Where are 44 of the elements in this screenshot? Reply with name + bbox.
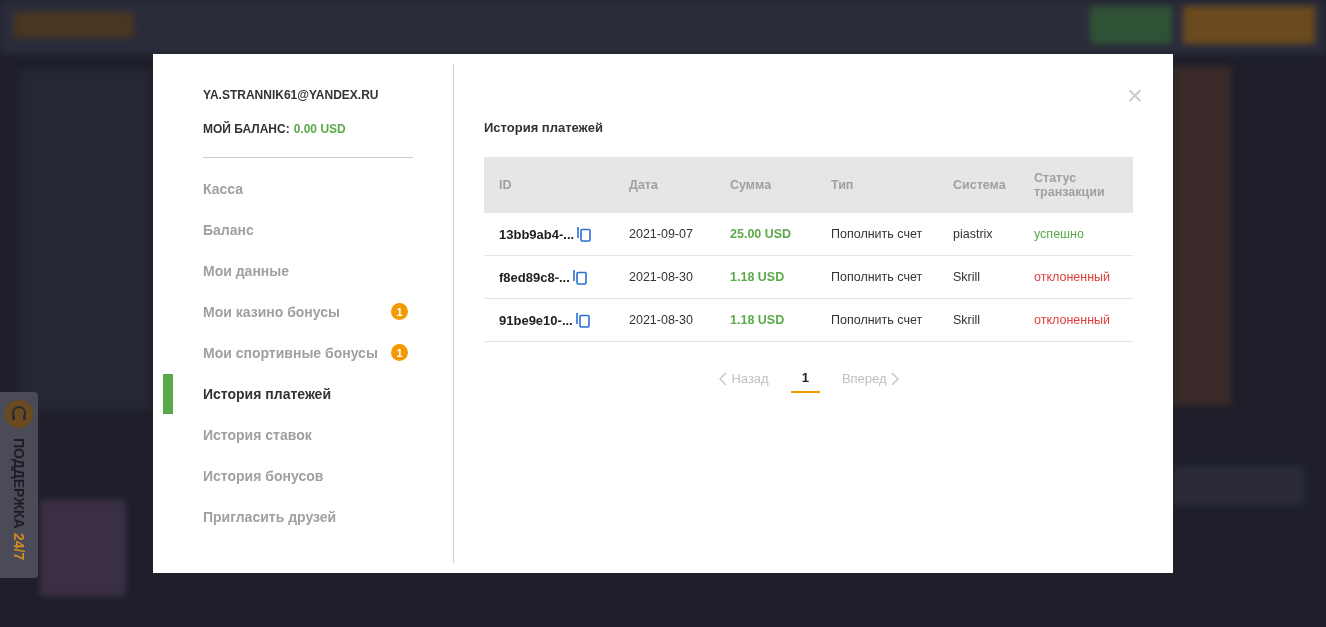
menu-item[interactable]: История платежей <box>203 385 408 402</box>
table-cell: 1.18 USD <box>730 270 785 284</box>
account-email: YA.STRANNIK61@YANDEX.RU <box>203 88 380 102</box>
page-tab[interactable]: 1 <box>790 364 820 393</box>
column-header: Система <box>953 178 1006 192</box>
menu-item[interactable]: Мои казино бонусы <box>203 303 391 320</box>
status-text: успешно <box>1034 227 1084 241</box>
table-cell: 13bb9ab4-... <box>499 226 575 242</box>
status-text: отклоненный <box>1034 270 1111 284</box>
table-cell: f8ed89c8-... <box>499 269 570 285</box>
table-cell: Skrill <box>953 270 981 284</box>
section-title: История платежей <box>484 120 604 135</box>
menu-item[interactable]: Мои данные <box>203 262 408 279</box>
table-cell: 2021-08-30 <box>629 313 693 327</box>
menu-item[interactable]: История бонусов <box>203 467 408 484</box>
table-cell: Пополнить счет <box>831 270 923 284</box>
close-button[interactable]: × <box>1126 82 1143 110</box>
menu-item[interactable]: История ставок <box>203 426 408 443</box>
balance-label: МОЙ БАЛАНС: <box>203 122 290 136</box>
table-cell: Пополнить счет <box>831 227 923 241</box>
balance-value: 0.00 USD <box>293 122 346 136</box>
next-link[interactable]: Вперед <box>841 371 899 386</box>
table-cell: 91be9e10-... <box>499 312 573 328</box>
table-cell: 1.18 USD <box>730 313 785 327</box>
menu-item[interactable]: Мои спортивные бонусы <box>203 344 391 361</box>
previous-link[interactable]: Назад <box>719 371 769 386</box>
column-header: Сумма <box>730 178 772 192</box>
column-header: ID <box>499 178 512 192</box>
table-cell: Пополнить счет <box>831 313 923 327</box>
column-header: Статус транзакции <box>1034 171 1105 199</box>
menu-item[interactable]: Баланс <box>203 221 408 238</box>
table-cell: 25.00 USD <box>730 227 792 241</box>
column-header: Дата <box>629 178 658 192</box>
count-badge: 1 <box>391 303 408 320</box>
menu-item[interactable]: Пригласить друзей <box>203 508 408 525</box>
status-text: отклоненный <box>1034 313 1111 327</box>
column-header: Тип <box>831 178 854 192</box>
support-hours: 24/7 <box>11 532 27 560</box>
table-cell: Skrill <box>953 313 981 327</box>
table-cell: 2021-08-30 <box>629 270 693 284</box>
table-cell: 2021-09-07 <box>629 227 693 241</box>
menu-item[interactable]: Касса <box>203 180 408 197</box>
table-cell: piastrix <box>953 227 993 241</box>
count-badge: 1 <box>391 344 408 361</box>
